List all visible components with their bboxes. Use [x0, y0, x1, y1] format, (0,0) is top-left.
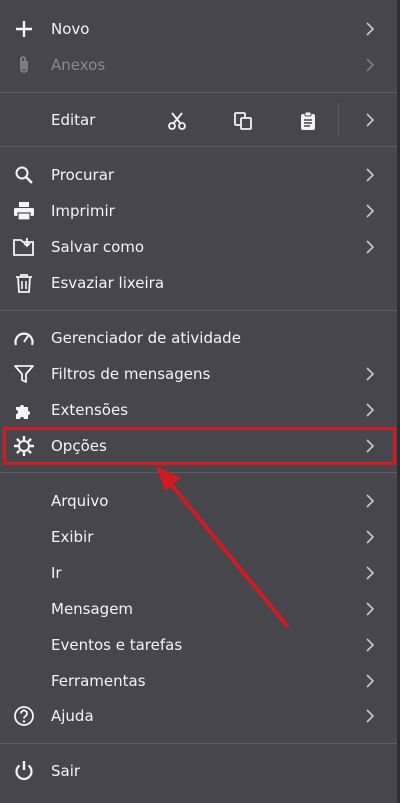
- menu-item-filtros-de-mensagens[interactable]: Filtros de mensagens: [0, 356, 400, 392]
- chevron-right-icon: [366, 168, 375, 182]
- printer-icon: [13, 200, 35, 222]
- menu-separator: [0, 310, 400, 311]
- chevron-right-icon: [366, 602, 375, 616]
- menu-item-anexos[interactable]: Anexos: [0, 47, 400, 83]
- menu-item-label: Salvar como: [51, 238, 145, 256]
- chevron-right-icon: [366, 709, 375, 723]
- chevron-right-icon: [366, 566, 375, 580]
- menu-item-label: Esvaziar lixeira: [51, 274, 165, 292]
- app-menu-panel: Novo Anexos Editar Procurar Imprimir Sal…: [0, 0, 400, 803]
- menu-item-label: Sair: [51, 762, 81, 780]
- chevron-right-icon: [366, 240, 375, 254]
- menu-item-gerenciador-de-atividade[interactable]: Gerenciador de atividade: [0, 320, 400, 356]
- paste-icon[interactable]: [297, 110, 319, 132]
- menu-item-arquivo[interactable]: Arquivo: [0, 483, 400, 519]
- chevron-right-icon: [366, 58, 375, 72]
- menu-item-label: Ferramentas: [51, 672, 146, 690]
- menu-item-label: Eventos e tarefas: [51, 636, 183, 654]
- annotation-highlight-box: [3, 427, 396, 465]
- chevron-right-icon: [366, 204, 375, 218]
- menu-separator: [0, 92, 400, 93]
- menu-item-exibir[interactable]: Exibir: [0, 519, 400, 555]
- menu-separator: [0, 472, 400, 473]
- menu-item-salvar-como[interactable]: Salvar como: [0, 229, 400, 265]
- plus-icon: [13, 18, 35, 40]
- menu-item-ajuda[interactable]: Ajuda: [0, 698, 400, 734]
- chevron-right-icon: [366, 638, 375, 652]
- copy-icon[interactable]: [232, 110, 254, 132]
- menu-item-label: Ajuda: [51, 707, 94, 725]
- chevron-right-icon: [366, 367, 375, 381]
- menu-separator: [0, 146, 400, 147]
- menu-item-label: Exibir: [51, 528, 94, 546]
- gauge-icon: [13, 327, 35, 349]
- menu-item-label: Mensagem: [51, 600, 134, 618]
- search-icon: [13, 164, 35, 186]
- menu-item-label: Imprimir: [51, 202, 115, 220]
- chevron-right-icon: [366, 22, 375, 36]
- trash-icon: [13, 272, 35, 294]
- menu-item-editar[interactable]: Editar: [0, 102, 400, 138]
- menu-item-novo[interactable]: Novo: [0, 11, 400, 47]
- menu-item-mensagem[interactable]: Mensagem: [0, 591, 400, 627]
- toolbar-divider: [338, 103, 339, 136]
- menu-separator: [0, 743, 400, 744]
- menu-item-ferramentas[interactable]: Ferramentas: [0, 663, 400, 699]
- paperclip-icon: [13, 54, 35, 76]
- chevron-right-icon: [366, 113, 375, 127]
- puzzle-icon: [13, 399, 35, 421]
- menu-item-extensoes[interactable]: Extensões: [0, 392, 400, 428]
- menu-item-imprimir[interactable]: Imprimir: [0, 193, 400, 229]
- menu-item-label: Novo: [51, 20, 90, 38]
- menu-item-label: Ir: [51, 564, 62, 582]
- filter-icon: [13, 363, 35, 385]
- menu-item-label: Gerenciador de atividade: [51, 329, 241, 347]
- chevron-right-icon: [366, 674, 375, 688]
- menu-item-label: Arquivo: [51, 492, 109, 510]
- help-icon: [13, 705, 35, 727]
- chevron-right-icon: [366, 403, 375, 417]
- chevron-right-icon: [366, 494, 375, 508]
- menu-item-label: Extensões: [51, 401, 129, 419]
- menu-item-esvaziar-lixeira[interactable]: Esvaziar lixeira: [0, 265, 400, 301]
- menu-item-eventos-e-tarefas[interactable]: Eventos e tarefas: [0, 627, 400, 663]
- menu-item-sair[interactable]: Sair: [0, 753, 400, 789]
- menu-item-label: Procurar: [51, 166, 115, 184]
- menu-item-label: Filtros de mensagens: [51, 365, 211, 383]
- power-icon: [13, 760, 35, 782]
- menu-item-procurar[interactable]: Procurar: [0, 157, 400, 193]
- chevron-right-icon: [366, 530, 375, 544]
- cut-icon[interactable]: [166, 110, 188, 132]
- save-as-icon: [13, 236, 35, 258]
- menu-item-ir[interactable]: Ir: [0, 555, 400, 591]
- menu-item-label: Editar: [51, 111, 96, 129]
- menu-item-label: Anexos: [51, 56, 106, 74]
